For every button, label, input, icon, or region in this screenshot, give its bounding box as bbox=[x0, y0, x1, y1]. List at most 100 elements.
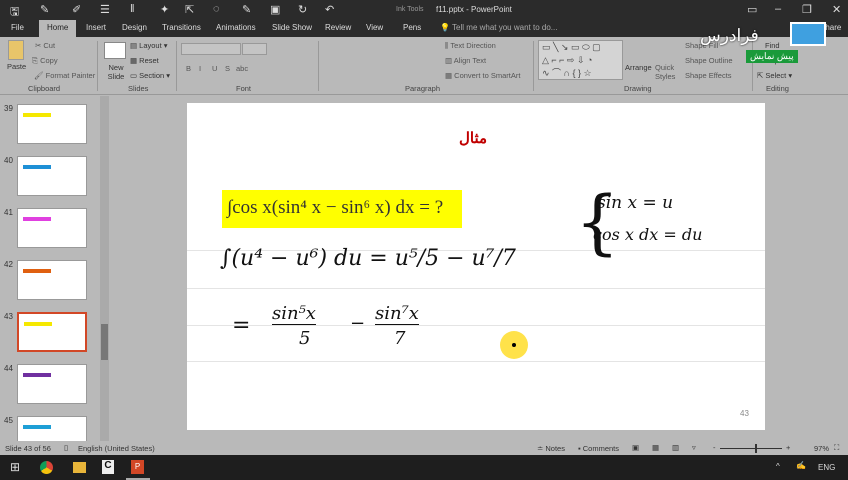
ruled-line bbox=[187, 361, 765, 362]
new-slide-icon[interactable] bbox=[104, 42, 126, 59]
paste-icon[interactable] bbox=[8, 40, 24, 60]
tab-home[interactable]: Home bbox=[39, 20, 77, 37]
redo-icon[interactable]: ↻ bbox=[298, 3, 307, 16]
bold-button[interactable]: B bbox=[186, 64, 191, 73]
tab-slide-show[interactable]: Slide Show bbox=[272, 23, 312, 32]
quick-styles-button[interactable]: Quick Styles bbox=[655, 63, 679, 81]
powerpoint-icon[interactable]: P bbox=[131, 460, 144, 474]
slide-thumbnail[interactable] bbox=[17, 312, 87, 352]
reading-view-icon[interactable]: ▥ bbox=[672, 443, 679, 452]
slide-sorter-icon[interactable]: ▦ bbox=[652, 443, 659, 452]
windows-start-icon[interactable]: ⊞ bbox=[10, 460, 20, 474]
align-text-button[interactable]: ▥ Align Text bbox=[445, 56, 486, 65]
file-explorer-icon[interactable] bbox=[73, 462, 86, 473]
slide-thumbnail[interactable] bbox=[17, 208, 87, 248]
show-hidden-icons[interactable]: ^ bbox=[776, 462, 780, 471]
pen-tray-icon[interactable]: ✍ bbox=[796, 461, 806, 470]
slide-thumbnail[interactable] bbox=[17, 364, 87, 404]
thumbnail-highlight bbox=[23, 425, 51, 429]
italic-button[interactable]: I bbox=[199, 64, 201, 73]
zoom-level[interactable]: 97% bbox=[814, 444, 829, 453]
tab-animations[interactable]: Animations bbox=[216, 23, 256, 32]
eraser-icon[interactable]: ✦ bbox=[160, 3, 169, 16]
zoom-out-button[interactable]: - bbox=[713, 443, 716, 452]
tab-review[interactable]: Review bbox=[325, 23, 351, 32]
zoom-slider[interactable] bbox=[720, 444, 782, 453]
zoom-in-button[interactable]: + bbox=[786, 443, 790, 452]
shapes-gallery[interactable]: ▭ ╲ ↘ ▭ ⬭ ▢ △ ⌐ ⌐ ⇨ ⇩ ◔ ∿ ⌒ ∩ { } ☆ bbox=[538, 40, 623, 80]
undo-icon[interactable]: ↶ bbox=[325, 3, 334, 16]
quick-access-toolbar: 🖫 ✎ ✐ ☰ ‖ ✦ ⇱ ◌ ✎ ▣ ↻ ↶ Ink Tools f11.pp… bbox=[0, 0, 848, 20]
thumbnail-number: 44 bbox=[4, 364, 13, 373]
underline-button[interactable]: U bbox=[212, 64, 217, 73]
close-button[interactable]: ✕ bbox=[832, 3, 841, 16]
comments-button[interactable]: ▪ Comments bbox=[578, 444, 619, 453]
thumbnail-highlight bbox=[23, 113, 51, 117]
scrollbar-thumb[interactable] bbox=[101, 324, 108, 360]
cut-label: Cut bbox=[43, 41, 56, 50]
thumbnail-number: 45 bbox=[4, 416, 13, 425]
slide-thumbnail[interactable] bbox=[17, 104, 87, 144]
select-icon[interactable]: ⇱ bbox=[185, 3, 194, 16]
shape-effects-button[interactable]: Shape Effects bbox=[685, 71, 732, 80]
fit-slide-icon[interactable]: ⛶ bbox=[834, 443, 839, 453]
substitution-2: cos x dx = du bbox=[593, 225, 703, 244]
thumbnail-number: 42 bbox=[4, 260, 13, 269]
slide-canvas[interactable]: مثال ∫cos x(sin⁴ x − sin⁶ x) dx = ? { si… bbox=[187, 103, 765, 430]
slide-thumbnail[interactable] bbox=[17, 260, 87, 300]
spellcheck-icon[interactable]: ▯ bbox=[64, 443, 68, 452]
line-weight-icon[interactable]: ☰ bbox=[100, 3, 110, 16]
slideshow-icon[interactable]: ▿ bbox=[692, 443, 696, 452]
ruled-line bbox=[187, 288, 765, 289]
new-slide-button[interactable]: New Slide bbox=[104, 63, 128, 81]
tab-insert[interactable]: Insert bbox=[86, 23, 106, 32]
smartart-button[interactable]: ▦ Convert to SmartArt bbox=[445, 71, 520, 80]
divider bbox=[176, 41, 177, 91]
normal-view-icon[interactable]: ▣ bbox=[632, 443, 639, 452]
strikethrough-button[interactable]: abc bbox=[236, 64, 248, 73]
input-language[interactable]: ENG bbox=[818, 463, 835, 472]
language-indicator[interactable]: English (United States) bbox=[78, 444, 155, 453]
tab-transitions[interactable]: Transitions bbox=[162, 23, 201, 32]
camtasia-icon[interactable]: C bbox=[102, 460, 114, 474]
paste-button[interactable]: Paste bbox=[7, 62, 26, 71]
tab-file[interactable]: File bbox=[11, 23, 24, 32]
copy-button[interactable]: ⎘ Copy bbox=[32, 56, 58, 66]
shadow-button[interactable]: S bbox=[225, 64, 230, 73]
minimize-button[interactable]: – bbox=[775, 3, 781, 15]
slide-counter: Slide 43 of 56 bbox=[5, 444, 51, 453]
font-name-input[interactable] bbox=[181, 43, 241, 55]
reset-button[interactable]: ▦ Reset bbox=[130, 56, 159, 65]
tab-pens[interactable]: Pens bbox=[403, 23, 421, 32]
slide-thumbnails-panel: 39 40 41 42 43 44 45 bbox=[0, 96, 110, 456]
slide-thumbnail[interactable] bbox=[17, 156, 87, 196]
zoom-slider-thumb[interactable] bbox=[755, 444, 757, 453]
highlighter-icon[interactable]: ✐ bbox=[72, 3, 81, 16]
context-tab-label: Ink Tools bbox=[396, 6, 424, 13]
thumbnails-scrollbar[interactable] bbox=[100, 96, 109, 441]
ink-icon[interactable]: ✎ bbox=[242, 3, 251, 16]
ruled-line bbox=[187, 325, 765, 326]
chrome-icon[interactable] bbox=[40, 461, 53, 474]
pens-icon[interactable]: ‖ bbox=[130, 3, 135, 15]
tell-me-search[interactable]: 💡 Tell me what you want to do... bbox=[440, 23, 557, 32]
select-button[interactable]: ⇱ Select ▾ bbox=[757, 71, 792, 80]
ribbon-display-icon[interactable]: ▭ bbox=[747, 3, 757, 16]
text-direction-button[interactable]: ⫼ Text Direction bbox=[445, 41, 496, 51]
slides-group-label: Slides bbox=[128, 84, 149, 93]
layout-button[interactable]: ▤ Layout ▾ bbox=[130, 41, 168, 50]
convert-icon[interactable]: ▣ bbox=[270, 3, 280, 16]
lasso-icon[interactable]: ◌ bbox=[213, 3, 220, 15]
arrange-button[interactable]: Arrange bbox=[625, 63, 652, 72]
layout-label: Layout bbox=[139, 41, 162, 50]
cut-button[interactable]: ✂ Cut bbox=[35, 41, 55, 50]
format-painter-button[interactable]: 🖌 Format Painter bbox=[34, 71, 95, 80]
tab-view[interactable]: View bbox=[366, 23, 383, 32]
section-button[interactable]: ▭ Section ▾ bbox=[130, 71, 170, 80]
restore-button[interactable]: ❐ bbox=[802, 3, 812, 16]
font-size-input[interactable] bbox=[242, 43, 267, 55]
preview-badge: پیش نمایش bbox=[746, 50, 798, 63]
tab-design[interactable]: Design bbox=[122, 23, 147, 32]
pen-icon[interactable]: ✎ bbox=[40, 3, 49, 16]
notes-button[interactable]: ≐ Notes bbox=[537, 444, 565, 453]
